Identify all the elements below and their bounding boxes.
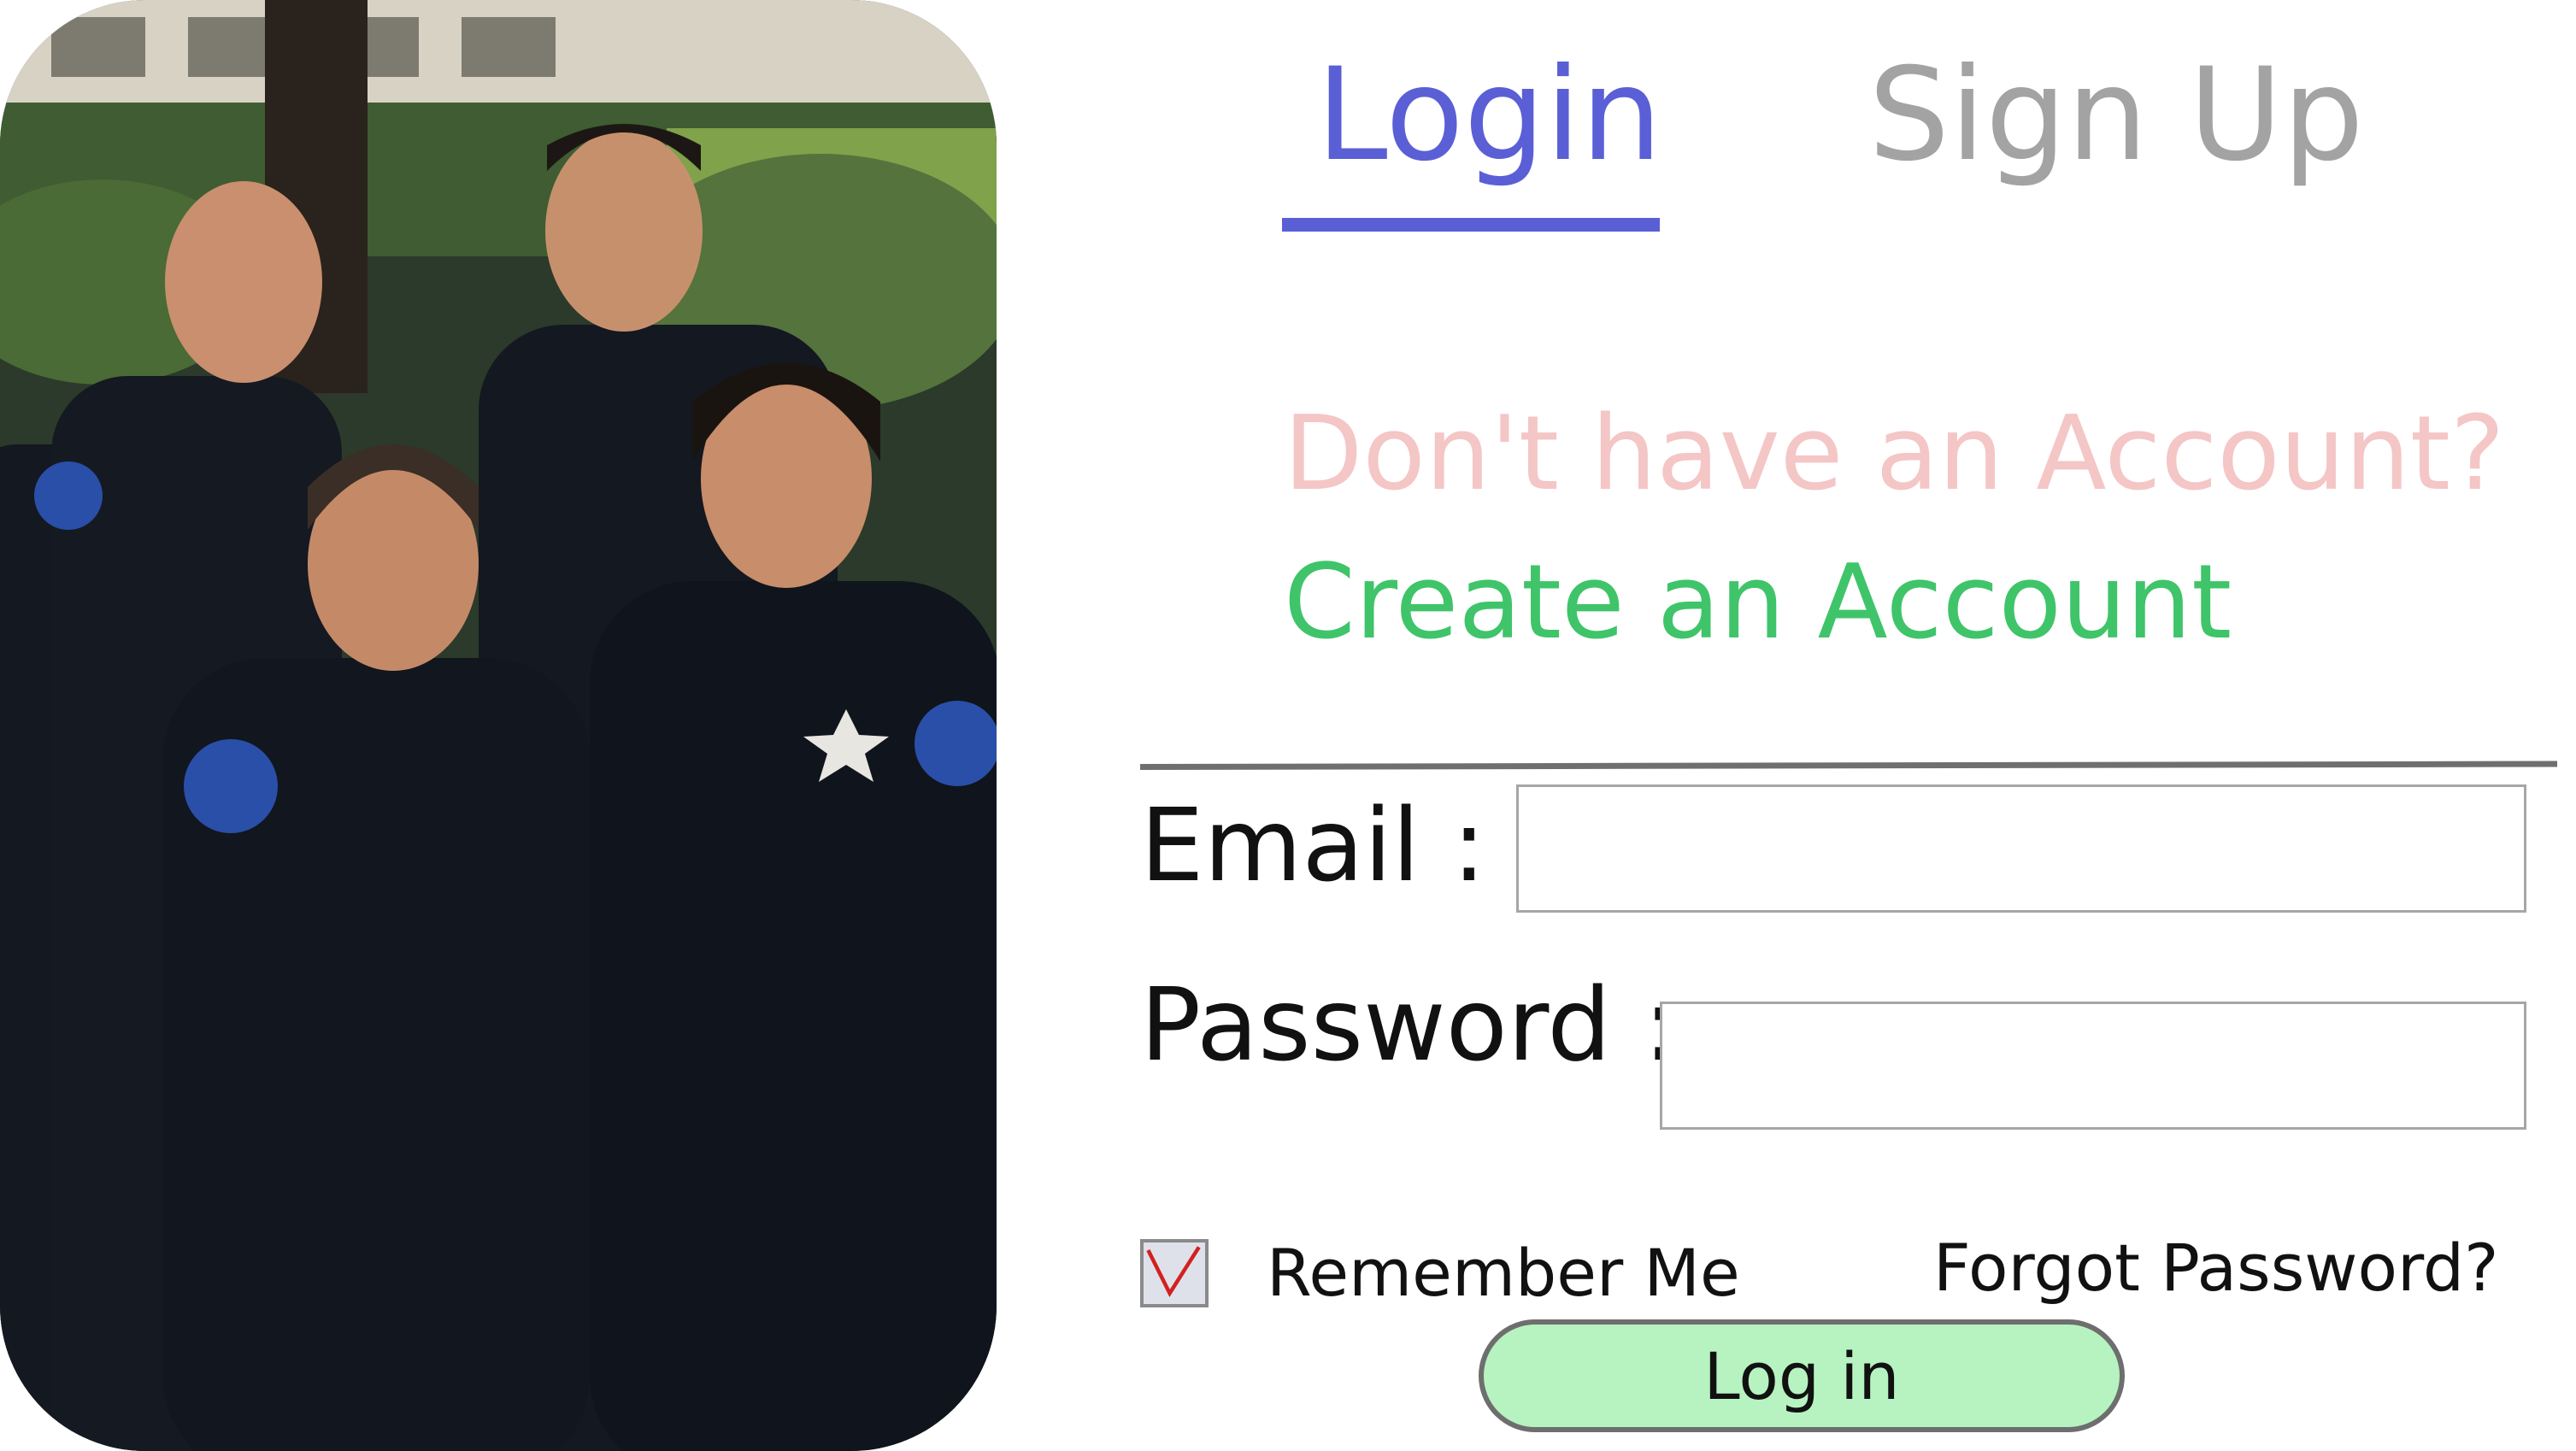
email-input[interactable] — [1516, 784, 2526, 913]
active-tab-underline — [1282, 218, 1660, 232]
officer-face — [165, 181, 322, 383]
password-label: Password : — [1140, 966, 1678, 1084]
window — [51, 17, 145, 77]
log-in-button[interactable]: Log in — [1479, 1319, 2125, 1432]
no-account-prompt: Don't have an Account? — [1284, 395, 2505, 514]
officer-face — [545, 130, 703, 332]
remember-me-checkbox[interactable] — [1140, 1239, 1209, 1307]
remember-me-label: Remember Me — [1267, 1235, 1740, 1311]
window — [462, 17, 556, 77]
checkmark-icon — [1146, 1246, 1201, 1297]
shoulder-patch — [915, 701, 997, 786]
forgot-password-link[interactable]: Forgot Password? — [1933, 1236, 2498, 1301]
shoulder-patch — [34, 461, 103, 530]
tab-signup[interactable]: Sign Up — [1868, 51, 2364, 179]
shoulder-patch — [184, 739, 278, 833]
tab-login[interactable]: Login — [1316, 51, 1662, 179]
login-page: Login Sign Up Don't have an Account? Cre… — [0, 0, 2576, 1451]
section-divider — [1139, 761, 2558, 770]
create-account-link[interactable]: Create an Account — [1284, 552, 2232, 655]
email-label: Email : — [1140, 786, 1486, 904]
photo-illustration — [0, 0, 997, 1451]
officers-photo — [0, 0, 997, 1451]
password-input[interactable] — [1660, 1002, 2526, 1130]
